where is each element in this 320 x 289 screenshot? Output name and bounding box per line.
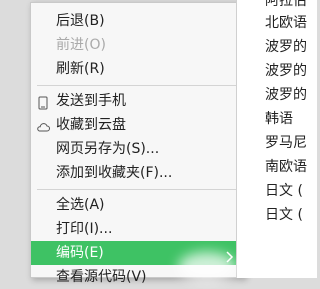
submenu-item[interactable]: 波罗的 bbox=[237, 35, 317, 59]
menu-separator bbox=[37, 85, 238, 86]
menu-item-add-to-favorites-label: 添加到收藏夹(F)... bbox=[56, 165, 173, 181]
submenu-item[interactable]: 南欧语 bbox=[237, 155, 317, 179]
menu-item-print[interactable]: 打印(I)... bbox=[31, 217, 244, 241]
menu-item-refresh[interactable]: 刷新(R) bbox=[31, 57, 244, 81]
context-menu: 后退(B) 前进(O) 刷新(R) 发送到手机 收藏到云盘 网页另存为(S)..… bbox=[30, 2, 245, 285]
submenu-item[interactable]: 波罗的 bbox=[237, 83, 317, 107]
encoding-submenu: 阿拉伯 北欧语 波罗的 波罗的 波罗的 韩语 罗马尼 南欧语 日文 ( 日文 ( bbox=[236, 0, 317, 278]
menu-item-save-to-cloud[interactable]: 收藏到云盘 bbox=[31, 113, 244, 137]
menu-item-back[interactable]: 后退(B) bbox=[31, 9, 244, 33]
submenu-item[interactable]: 罗马尼 bbox=[237, 131, 317, 155]
menu-item-send-to-phone[interactable]: 发送到手机 bbox=[31, 89, 244, 113]
menu-item-save-to-cloud-label: 收藏到云盘 bbox=[56, 117, 126, 133]
submenu-item[interactable]: 日文 ( bbox=[237, 203, 317, 227]
submenu-item[interactable]: 韩语 bbox=[237, 107, 317, 131]
menu-item-forward[interactable]: 前进(O) bbox=[31, 33, 244, 57]
menu-item-select-all[interactable]: 全选(A) bbox=[31, 193, 244, 217]
cloud-icon bbox=[36, 118, 50, 132]
menu-item-add-to-favorites[interactable]: 添加到收藏夹(F)... bbox=[31, 161, 244, 185]
menu-item-view-source-label: 查看源代码(V) bbox=[56, 269, 147, 285]
menu-separator bbox=[37, 189, 238, 190]
menu-item-save-page-as-label: 网页另存为(S)... bbox=[56, 141, 160, 157]
menu-item-send-to-phone-label: 发送到手机 bbox=[56, 93, 126, 109]
menu-item-save-page-as[interactable]: 网页另存为(S)... bbox=[31, 137, 244, 161]
phone-icon bbox=[36, 94, 50, 110]
menu-item-forward-label: 前进(O) bbox=[56, 37, 106, 53]
menu-item-back-label: 后退(B) bbox=[56, 13, 105, 29]
menu-item-refresh-label: 刷新(R) bbox=[56, 61, 105, 77]
submenu-item[interactable]: 日文 ( bbox=[237, 179, 317, 203]
menu-item-select-all-label: 全选(A) bbox=[56, 197, 105, 213]
menu-item-print-label: 打印(I)... bbox=[56, 221, 113, 237]
submenu-item[interactable]: 波罗的 bbox=[237, 59, 317, 83]
menu-item-encoding-label: 编码(E) bbox=[56, 245, 104, 261]
submenu-item[interactable]: 北欧语 bbox=[237, 11, 317, 35]
